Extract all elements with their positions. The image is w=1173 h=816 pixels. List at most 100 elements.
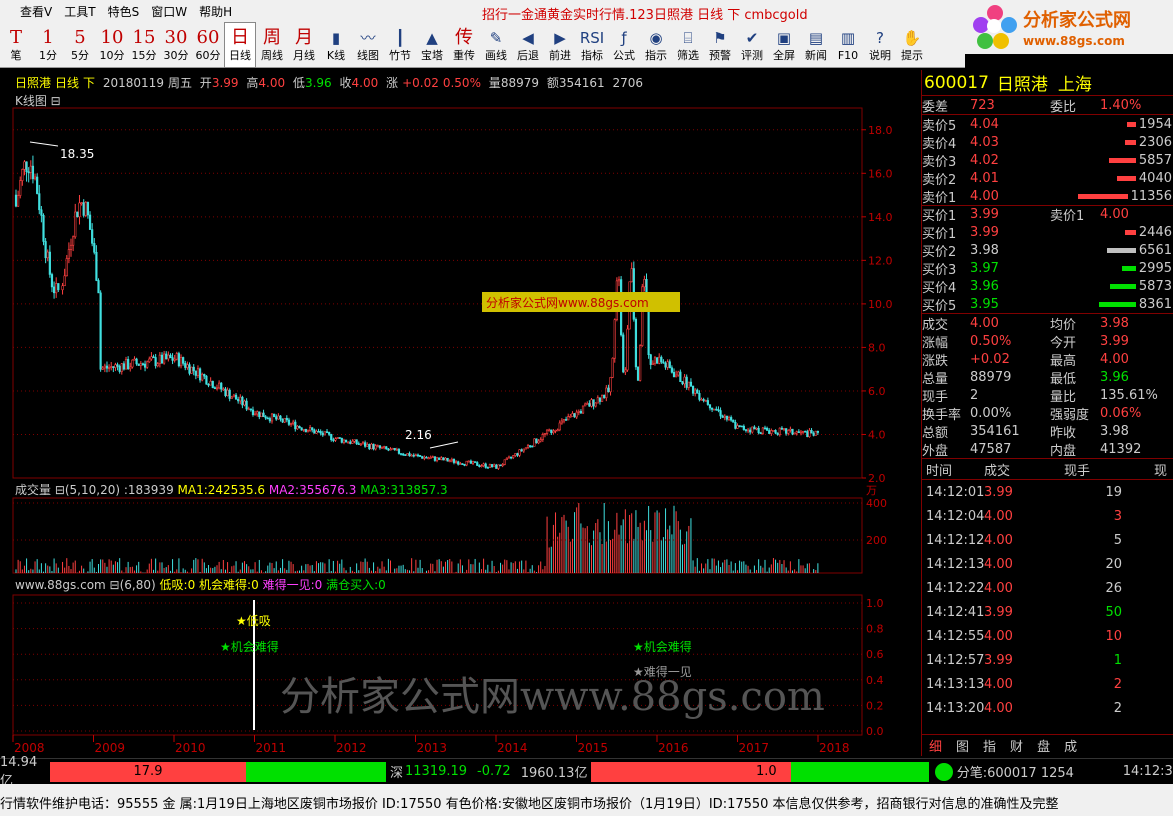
toolbar-button-22[interactable]: ⚑ 预警 <box>704 22 736 68</box>
toolbar-button-26[interactable]: ▥ F10 <box>832 22 864 68</box>
toolbar-button-24[interactable]: ▣ 全屏 <box>768 22 800 68</box>
toolbar-button-3[interactable]: 10 10分 <box>96 22 128 68</box>
candle-body <box>84 202 87 216</box>
sz-change: -0.72 <box>477 764 511 779</box>
open-value: 3.99 <box>211 76 239 90</box>
candle-icon: ▮ <box>331 29 341 47</box>
candle-body <box>509 456 513 459</box>
candle-body <box>562 419 566 422</box>
bid-row[interactable]: 买价5 3.95 8361 <box>922 295 1173 314</box>
toolbar-button-2[interactable]: 5 5分 <box>64 22 96 68</box>
toolbar-button-19[interactable]: ƒ 公式 <box>608 22 640 68</box>
menu-window[interactable]: 窗口W <box>145 3 193 20</box>
tick-price: 3.99 <box>984 604 1013 620</box>
toolbar-button-15[interactable]: ✎ 画线 <box>480 22 512 68</box>
candle-body <box>395 449 398 451</box>
ask-row[interactable]: 卖价1 4.00 11356 <box>922 187 1173 206</box>
right-tab[interactable]: 指 <box>976 736 1003 755</box>
ask-row[interactable]: 卖价4 4.03 2306 <box>922 133 1173 152</box>
toolbar-button-9[interactable]: 月月线 <box>288 22 320 68</box>
toolbar-button-17[interactable]: ▶ 前进 <box>544 22 576 68</box>
toolbar-button-14[interactable]: 传重传 <box>448 22 480 68</box>
toolbar-button-6[interactable]: 60 60分 <box>192 22 224 68</box>
ask-row[interactable]: 卖价3 4.02 5857 <box>922 151 1173 170</box>
stat-value: 3.96 <box>1100 369 1129 385</box>
candle-body <box>169 354 172 358</box>
low-annotation: 2.16 <box>405 428 432 442</box>
marquee-ticker[interactable]: 招行一金通黄金实时行情.123日照港 日线 下 cmbcgold <box>482 4 808 23</box>
candle-body <box>76 211 79 218</box>
bid-row[interactable]: 买价4 3.96 5873 <box>922 277 1173 296</box>
line-chart-icon: 〰 <box>360 29 376 47</box>
chart-area[interactable]: 18.0 16.0 14.0 12.0 10.0 8.0 6.0 4.0 2.0 18.35 2.1… <box>0 70 920 756</box>
toolbar-button-12[interactable]: ┃ 竹节 <box>384 22 416 68</box>
toolbar-glyph: 5 <box>74 27 86 48</box>
candle-body <box>766 427 769 431</box>
ask-row[interactable]: 卖价5 4.04 1954 <box>922 115 1173 134</box>
tick-volume: 20 <box>1105 556 1122 572</box>
ask-volume: 4040 <box>1138 170 1172 186</box>
menu-view[interactable]: 查看V <box>14 3 58 20</box>
candle-body <box>698 393 701 400</box>
toolbar-button-28[interactable]: ✋ 提示 <box>896 22 928 68</box>
toolbar-label: 月线 <box>293 49 315 62</box>
right-tab[interactable]: 成 <box>1057 736 1084 755</box>
candle-body <box>721 415 724 418</box>
candle-body <box>173 358 176 361</box>
candle-body <box>67 249 70 259</box>
bid-volume: 2446 <box>1138 224 1172 240</box>
candle-body <box>495 464 498 469</box>
candle-body <box>488 464 492 468</box>
toolbar-label: 10分 <box>99 49 125 62</box>
menu-special[interactable]: 特色S <box>102 3 146 20</box>
ticks-col-price: 成交 <box>984 463 1011 479</box>
toolbar-button-5[interactable]: 30 30分 <box>160 22 192 68</box>
right-tabs: 细图指财盘成 <box>922 734 1173 756</box>
toolbar-button-7[interactable]: 日日线 <box>224 22 256 68</box>
toolbar-button-18[interactable]: RSI 指标 <box>576 22 608 68</box>
bid-row[interactable]: 买价3 3.97 2995 <box>922 259 1173 278</box>
chart-canvas[interactable]: 18.016.014.012.010.08.06.04.02.018.352.1… <box>0 70 920 756</box>
ask-row[interactable]: 卖价2 4.01 4040 <box>922 169 1173 188</box>
toolbar-button-11[interactable]: 〰线图 <box>352 22 384 68</box>
right-tab[interactable]: 图 <box>949 736 976 755</box>
right-tab[interactable]: 财 <box>1003 736 1030 755</box>
candle-body <box>753 426 756 430</box>
toolbar-button-27[interactable]: ? 说明 <box>864 22 896 68</box>
toolbar-button-13[interactable]: ▲ 宝塔 <box>416 22 448 68</box>
kline-panel-label[interactable]: K线图 ⊟ <box>15 92 61 109</box>
toolbar-button-0[interactable]: T笔 <box>0 22 32 68</box>
ticks-list[interactable]: 14:12:01 3.99 19 14:12:04 4.00 3 14:12:12 4.00 5… <box>922 480 1173 720</box>
toolbar-button-8[interactable]: 周周线 <box>256 22 288 68</box>
candle-body <box>560 420 563 424</box>
toolbar-label: 公式 <box>613 49 635 62</box>
right-tab[interactable]: 细 <box>922 736 949 755</box>
candle-body <box>298 425 301 429</box>
menu-help[interactable]: 帮助H <box>193 3 238 20</box>
candle-body <box>101 367 104 370</box>
candle-body <box>25 161 28 173</box>
right-tab[interactable]: 盘 <box>1030 736 1057 755</box>
toolbar-button-20[interactable]: ◉ 指示 <box>640 22 672 68</box>
toolbar-button-1[interactable]: 1 1分 <box>32 22 64 68</box>
brand-logo: 分析家公式网 www.88gs.com <box>965 0 1173 54</box>
candle-body <box>91 229 94 244</box>
bid-volume: 6561 <box>1138 242 1172 258</box>
bid-row[interactable]: 买价2 3.98 6561 <box>922 241 1173 260</box>
toolbar-button-4[interactable]: 15 15分 <box>128 22 160 68</box>
stat-label: 总量 <box>922 371 949 387</box>
bid-row[interactable]: 买价1 3.99 2446 <box>922 223 1173 242</box>
menu-tools[interactable]: 工具T <box>58 3 101 20</box>
candle-body <box>211 380 214 388</box>
news-marquee[interactable]: 行情软件维护电话：95555 金 属:1月19日上海地区废铜市场报价 ID:17… <box>0 784 1173 816</box>
high-annotation: 18.35 <box>60 147 94 161</box>
toolbar-button-10[interactable]: ▮ K线 <box>320 22 352 68</box>
open-label: 开 <box>199 76 212 90</box>
candle-body <box>732 419 735 423</box>
tick-volume: 5 <box>1113 532 1122 548</box>
toolbar-button-21[interactable]: ⌸ 筛选 <box>672 22 704 68</box>
toolbar-button-25[interactable]: ▤ 新闻 <box>800 22 832 68</box>
toolbar-button-16[interactable]: ◀ 后退 <box>512 22 544 68</box>
toolbar-button-23[interactable]: ✔ 评测 <box>736 22 768 68</box>
candle-body <box>499 464 502 467</box>
